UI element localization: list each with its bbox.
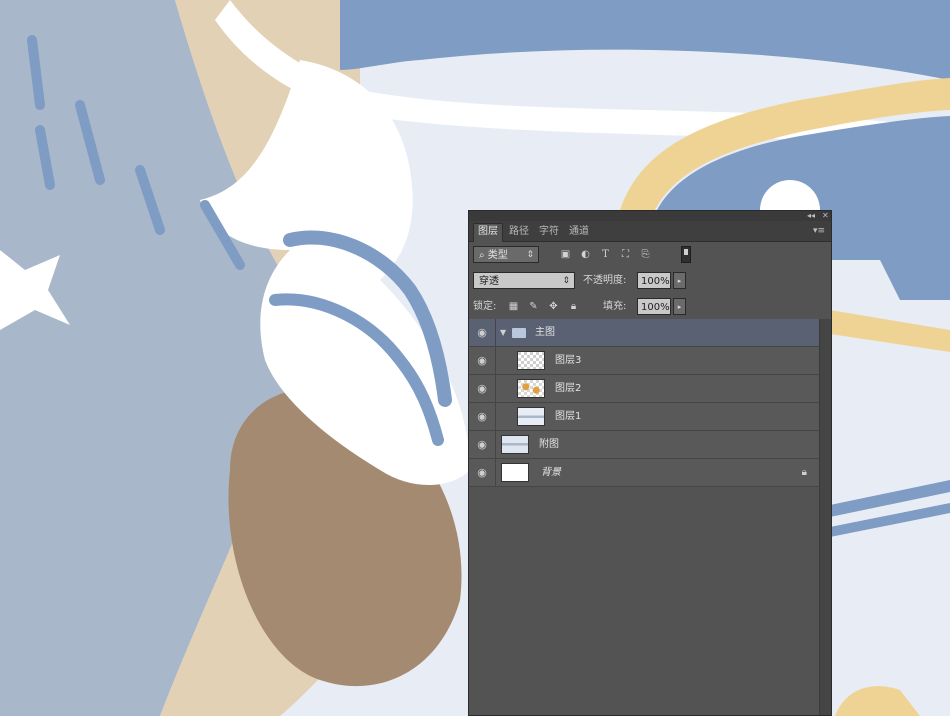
tab-paths[interactable]: 路径 <box>505 224 533 240</box>
tab-channels[interactable]: 通道 <box>565 224 593 240</box>
filter-type-label: 类型 <box>487 250 508 261</box>
layer-row[interactable]: ◉ 附图 <box>469 431 819 459</box>
layer-name: 图层2 <box>555 383 582 394</box>
chevron-updown-icon: ⇕ <box>526 250 534 260</box>
image-filter-icon[interactable]: ▣ <box>559 248 572 261</box>
lock-position-icon[interactable]: ✥ <box>547 300 560 313</box>
visibility-eye-icon[interactable]: ◉ <box>469 319 496 346</box>
layer-thumbnail <box>501 463 529 482</box>
filter-row: ⌕ 类型 ⇕ ▣ ◐ T ⛶ ⎘ <box>469 242 831 269</box>
visibility-eye-icon[interactable]: ◉ <box>469 431 496 458</box>
blend-mode-value: 穿透 <box>479 276 499 287</box>
layer-thumbnail <box>517 379 545 398</box>
layers-scrollbar[interactable] <box>819 319 831 715</box>
expand-triangle-icon[interactable]: ▼ <box>500 328 506 337</box>
lock-transparent-icon[interactable]: ▦ <box>507 300 520 313</box>
chevron-updown-icon: ⇕ <box>562 276 570 286</box>
layer-name: 背景 <box>541 467 561 478</box>
layer-name: 主图 <box>535 327 555 338</box>
panel-tabs: 图层 路径 字符 通道 ▾≡ <box>469 221 831 242</box>
filter-toggle-switch[interactable] <box>681 246 691 263</box>
fill-dropdown-button[interactable]: ▸ <box>673 298 686 315</box>
layer-row[interactable]: ◉ 图层1 <box>469 403 819 431</box>
tab-layers[interactable]: 图层 <box>473 223 503 242</box>
layer-name: 附图 <box>539 439 559 450</box>
visibility-eye-icon[interactable]: ◉ <box>469 375 496 402</box>
blend-row: 穿透 ⇕ 不透明度: 100% ▸ <box>469 268 831 295</box>
layer-row[interactable]: ◉ 图层2 <box>469 375 819 403</box>
visibility-eye-icon[interactable]: ◉ <box>469 459 496 486</box>
shape-filter-icon[interactable]: ⛶ <box>619 248 632 261</box>
opacity-dropdown-button[interactable]: ▸ <box>673 272 686 289</box>
visibility-eye-icon[interactable]: ◉ <box>469 403 496 430</box>
lock-label: 锁定: <box>473 301 497 312</box>
folder-icon <box>512 328 526 338</box>
lock-icon: 🔒︎ <box>801 467 807 478</box>
smart-object-filter-icon[interactable]: ⎘ <box>639 248 652 261</box>
blend-mode-select[interactable]: 穿透 ⇕ <box>473 272 575 289</box>
layers-panel: ◂◂ ✕ 图层 路径 字符 通道 ▾≡ ⌕ 类型 ⇕ ▣ ◐ T ⛶ ⎘ 穿透 … <box>468 210 832 716</box>
panel-titlebar[interactable]: ◂◂ ✕ <box>469 211 831 221</box>
lock-all-icon[interactable]: 🔒︎ <box>567 300 580 313</box>
lock-row: 锁定: ▦ ✎ ✥ 🔒︎ 填充: 100% ▸ <box>469 294 831 321</box>
panel-menu-icon[interactable]: ▾≡ <box>813 226 825 236</box>
opacity-label: 不透明度: <box>583 275 627 286</box>
visibility-eye-icon[interactable]: ◉ <box>469 347 496 374</box>
filter-type-select[interactable]: ⌕ 类型 ⇕ <box>473 246 539 263</box>
layers-list: ◉ ▼ 主图 ◉ 图层3 ◉ 图层2 ◉ 图层1 ◉ 附图 ◉ 背景 🔒︎ <box>469 319 819 495</box>
fill-label: 填充: <box>603 301 627 312</box>
search-icon: ⌕ <box>479 250 488 261</box>
layers-empty-area <box>469 495 819 715</box>
close-icon[interactable]: ✕ <box>822 211 829 221</box>
adjustment-filter-icon[interactable]: ◐ <box>579 248 592 261</box>
layer-thumbnail <box>517 351 545 370</box>
collapse-icon[interactable]: ◂◂ <box>807 211 815 221</box>
type-filter-icon[interactable]: T <box>599 248 612 261</box>
opacity-input[interactable]: 100% <box>637 272 671 289</box>
layer-thumbnail <box>517 407 545 426</box>
layer-thumbnail <box>501 435 529 454</box>
tab-character[interactable]: 字符 <box>535 224 563 240</box>
lock-pixels-icon[interactable]: ✎ <box>527 300 540 313</box>
layer-name: 图层3 <box>555 355 582 366</box>
layer-row[interactable]: ◉ 图层3 <box>469 347 819 375</box>
layer-group-row[interactable]: ◉ ▼ 主图 <box>469 319 819 347</box>
layer-row-background[interactable]: ◉ 背景 🔒︎ <box>469 459 819 487</box>
fill-input[interactable]: 100% <box>637 298 671 315</box>
layer-name: 图层1 <box>555 411 582 422</box>
